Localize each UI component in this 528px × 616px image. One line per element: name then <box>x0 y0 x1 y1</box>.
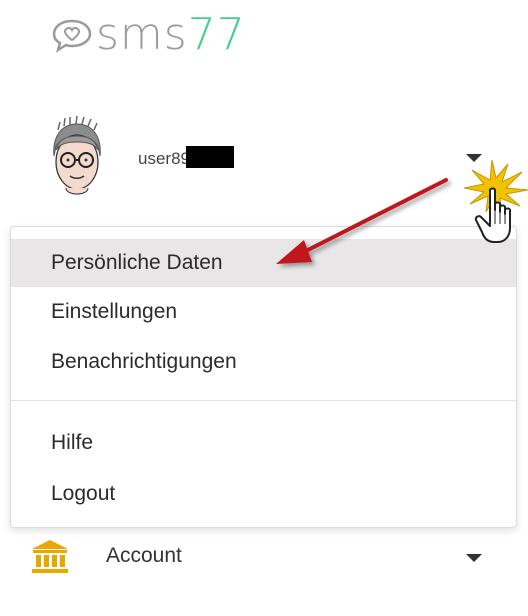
account-label: Account <box>106 544 182 567</box>
click-cursor-icon <box>463 160 528 243</box>
user-menu-toggle[interactable]: user89 <box>0 110 528 210</box>
bank-icon <box>32 540 68 573</box>
menu-divider <box>11 400 516 401</box>
user-avatar-icon <box>53 116 101 195</box>
logo[interactable]: sms77 <box>50 10 246 60</box>
username-text: user89 <box>138 149 190 168</box>
logo-text-77: 77 <box>187 9 246 60</box>
page: sms77 user89 Persönliche Daten Einstellu… <box>0 0 528 616</box>
menu-item-logout[interactable]: Logout <box>11 470 516 518</box>
menu-item-persoenliche-daten[interactable]: Persönliche Daten <box>11 239 516 287</box>
user-dropdown-menu: Persönliche Daten Einstellungen Benachri… <box>10 226 517 528</box>
menu-item-benachrichtigungen[interactable]: Benachrichtigungen <box>11 338 516 386</box>
logo-text: sms77 <box>96 13 246 57</box>
account-nav-item[interactable]: Account <box>0 530 528 586</box>
menu-item-hilfe[interactable]: Hilfe <box>11 419 516 467</box>
logo-text-sms: sms <box>96 9 188 60</box>
chat-heart-icon <box>52 19 92 53</box>
username-label: user89 <box>138 146 234 169</box>
account-caret-down-icon[interactable] <box>466 554 482 562</box>
menu-item-einstellungen[interactable]: Einstellungen <box>11 288 516 336</box>
username-redaction <box>185 146 234 168</box>
